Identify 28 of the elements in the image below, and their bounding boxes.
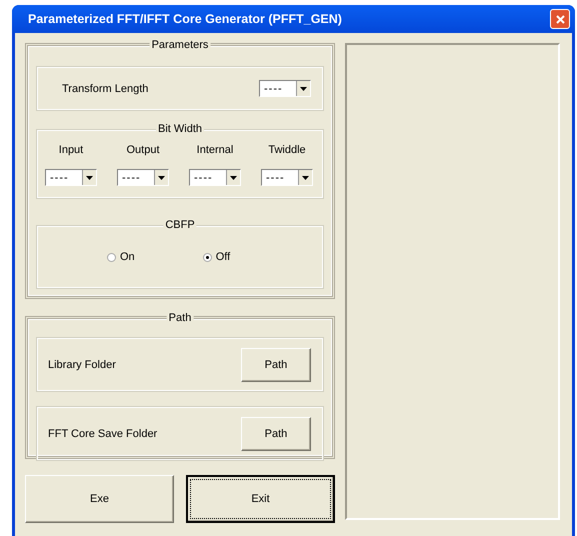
field-label: Input [58, 144, 84, 156]
field-label: Twiddle [268, 144, 306, 156]
dropdown-arrow-icon [302, 176, 309, 180]
dropdown[interactable]: ---- [117, 169, 169, 186]
dropdown[interactable]: ---- [261, 169, 313, 186]
close-icon [556, 14, 564, 24]
radio-option[interactable]: On [107, 251, 135, 263]
field-label: FFT Core Save Folder [48, 428, 158, 440]
dialog-button[interactable]: Exit [186, 475, 335, 523]
dropdown[interactable]: ---- [189, 169, 241, 186]
dropdown-arrow-icon [86, 176, 93, 180]
window-title: Parameterized FFT/IFFT Core Generator (PFFT_GEN) [28, 12, 342, 26]
dropdown-arrow-icon [300, 86, 307, 90]
close-button[interactable] [550, 9, 570, 29]
field-label: Transform Length [62, 82, 148, 94]
dialog-button[interactable]: Exe [25, 475, 174, 523]
dropdown-arrow-icon [158, 176, 165, 180]
dropdown-arrow-icon [230, 176, 237, 180]
radio-button[interactable] [107, 252, 116, 262]
radio-button[interactable] [202, 252, 212, 262]
field-label: Internal [196, 144, 234, 156]
path-button[interactable]: Path [241, 348, 311, 382]
dropdown[interactable]: ---- [45, 169, 97, 186]
path-button[interactable]: Path [241, 416, 311, 450]
field-label: Output [126, 144, 160, 156]
dropdown[interactable]: ---- [259, 80, 311, 97]
field-label: Library Folder [48, 358, 116, 370]
radio-option[interactable]: Off [202, 251, 230, 263]
